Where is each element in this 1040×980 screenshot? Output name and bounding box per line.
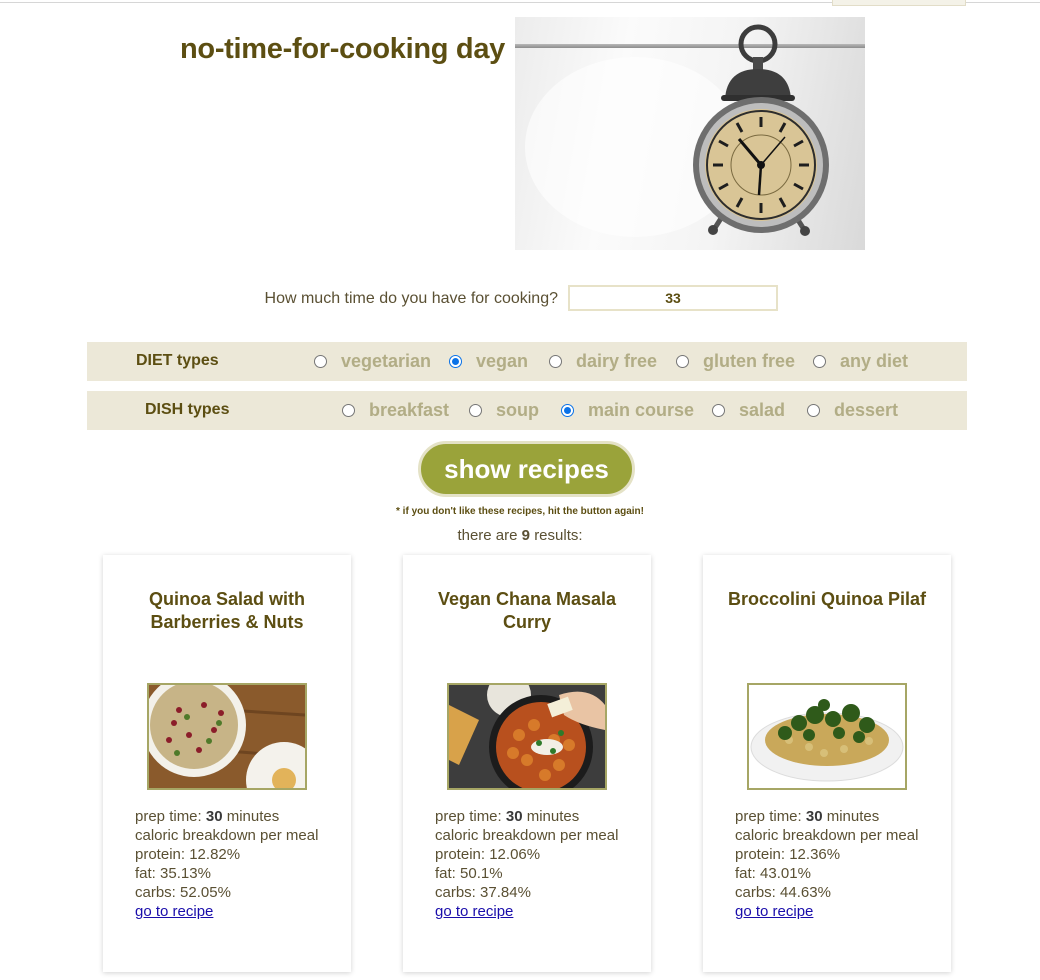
radio-button[interactable] — [676, 355, 689, 368]
diet-option-label: gluten free — [703, 351, 796, 371]
caloric-breakdown-label: caloric breakdown per meal — [435, 827, 619, 844]
diet-option-gluten-free[interactable]: gluten free — [676, 342, 795, 381]
fat-value: 50.1% — [460, 865, 503, 882]
prep-time-unit: minutes — [526, 808, 580, 825]
recipe-title: Vegan Chana Masala Curry — [437, 589, 617, 632]
prep-time-unit: minutes — [226, 808, 280, 825]
carbs-value: 44.63% — [780, 884, 831, 901]
radio-button[interactable] — [807, 404, 820, 417]
diet-types-label: DIET types — [136, 352, 219, 369]
dish-option-dessert[interactable]: dessert — [807, 391, 898, 430]
carbs-label: carbs: — [735, 884, 776, 901]
radio-button[interactable] — [549, 355, 562, 368]
page-title: no-time-for-cooking day — [180, 33, 505, 65]
dish-option-salad[interactable]: salad — [712, 391, 785, 430]
fat-label: fat: — [435, 865, 456, 882]
prep-time-unit: minutes — [826, 808, 880, 825]
radio-button-selected[interactable] — [449, 355, 462, 368]
recipe-image[interactable] — [147, 683, 307, 790]
recipe-card: Vegan Chana Masala Curry prep time: 30 m… — [403, 555, 651, 972]
fat-value: 43.01% — [760, 865, 811, 882]
diet-option-label: dairy free — [576, 351, 658, 371]
carbs-label: carbs: — [435, 884, 476, 901]
protein-label: protein: — [135, 846, 186, 863]
diet-option-dairy-free[interactable]: dairy free — [549, 342, 657, 381]
diet-option-label: any diet — [840, 351, 909, 371]
radio-button[interactable] — [469, 404, 482, 417]
recipe-info: prep time: 30 minutes caloric breakdown … — [735, 807, 935, 921]
carbs-value: 37.84% — [480, 884, 531, 901]
recipe-card: Broccolini Quinoa Pilaf prep time: 30 mi… — [703, 555, 951, 972]
prep-time-label: prep time: — [435, 808, 502, 825]
recipe-image[interactable] — [447, 683, 607, 790]
dish-types-label: DISH types — [145, 401, 230, 418]
fat-value: 35.13% — [160, 865, 211, 882]
protein-value: 12.06% — [489, 846, 541, 863]
radio-button[interactable] — [342, 404, 355, 417]
prep-time-label: prep time: — [735, 808, 802, 825]
dish-option-label: dessert — [834, 400, 899, 420]
protein-label: protein: — [435, 846, 486, 863]
cooking-time-input[interactable] — [568, 285, 778, 311]
protein-value: 12.82% — [189, 846, 241, 863]
fat-label: fat: — [735, 865, 756, 882]
go-to-recipe-link[interactable]: go to recipe — [735, 903, 813, 920]
recipe-card: Quinoa Salad with Barberries & Nuts prep… — [103, 555, 351, 972]
radio-button[interactable] — [813, 355, 826, 368]
dish-types-bar: DISH types breakfast soup main course sa… — [87, 391, 967, 430]
prep-time-value: 30 — [205, 808, 223, 825]
show-recipes-button[interactable]: show recipes — [418, 441, 635, 497]
prep-time-label: prep time: — [135, 808, 202, 825]
caloric-breakdown-label: caloric breakdown per meal — [135, 827, 319, 844]
diet-option-vegan[interactable]: vegan — [449, 342, 528, 381]
protein-label: protein: — [735, 846, 786, 863]
results-prefix: there are — [457, 527, 518, 544]
dish-option-label: salad — [739, 400, 786, 420]
diet-option-any-diet[interactable]: any diet — [813, 342, 908, 381]
cooking-time-label: How much time do you have for cooking? — [264, 290, 558, 307]
fat-label: fat: — [135, 865, 156, 882]
retry-hint: * if you don't like these recipes, hit t… — [396, 506, 644, 517]
recipe-info: prep time: 30 minutes caloric breakdown … — [135, 807, 335, 921]
results-suffix: results: — [534, 527, 583, 544]
go-to-recipe-link[interactable]: go to recipe — [135, 903, 213, 920]
recipe-title: Broccolini Quinoa Pilaf — [727, 589, 927, 609]
recipe-image[interactable] — [747, 683, 907, 790]
radio-button-selected[interactable] — [561, 404, 574, 417]
results-count: 9 — [521, 527, 531, 544]
carbs-label: carbs: — [135, 884, 176, 901]
clock-image — [515, 17, 865, 250]
radio-button[interactable] — [712, 404, 725, 417]
dish-option-breakfast[interactable]: breakfast — [342, 391, 449, 430]
recipe-title: Quinoa Salad with Barberries & Nuts — [148, 589, 305, 632]
dish-option-label: soup — [496, 400, 539, 420]
caloric-breakdown-label: caloric breakdown per meal — [735, 827, 919, 844]
diet-types-bar: DIET types vegetarian vegan dairy free g… — [87, 342, 967, 381]
diet-option-label: vegan — [476, 351, 529, 371]
diet-option-vegetarian[interactable]: vegetarian — [314, 342, 431, 381]
radio-button[interactable] — [314, 355, 327, 368]
diet-option-label: vegetarian — [341, 351, 432, 371]
prep-time-value: 30 — [805, 808, 823, 825]
dish-option-label: breakfast — [369, 400, 450, 420]
dish-option-main-course[interactable]: main course — [561, 391, 694, 430]
dish-option-label: main course — [588, 400, 695, 420]
carbs-value: 52.05% — [180, 884, 231, 901]
dish-option-soup[interactable]: soup — [469, 391, 539, 430]
protein-value: 12.36% — [789, 846, 841, 863]
results-count-text: there are 9 results: — [0, 527, 1040, 544]
recipe-info: prep time: 30 minutes caloric breakdown … — [435, 807, 635, 921]
top-tab — [832, 0, 966, 6]
prep-time-value: 30 — [505, 808, 523, 825]
go-to-recipe-link[interactable]: go to recipe — [435, 903, 513, 920]
